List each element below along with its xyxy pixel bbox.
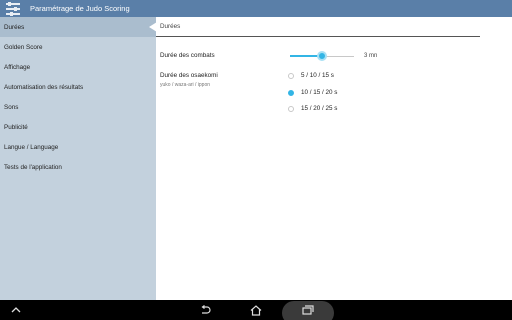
sidebar-item-langue[interactable]: Langue / Language [0, 137, 156, 157]
osaekomi-sublabel: yuko / waza-ari / ippon [160, 82, 211, 88]
radio-button[interactable] [288, 89, 294, 96]
sidebar-item-label: Sons [4, 103, 19, 111]
collapse-icon[interactable] [8, 300, 24, 320]
radio-button[interactable] [288, 105, 294, 112]
sidebar-item-label: Publicité [4, 123, 28, 131]
action-bar: Paramétrage de Judo Scoring [0, 0, 512, 17]
sidebar-item-golden-score[interactable]: Golden Score [0, 37, 156, 57]
sidebar-item-label: Langue / Language [4, 143, 59, 151]
sidebar-item-label: Durées [4, 23, 25, 31]
settings-sidebar: Durées Golden Score Affichage Automatisa… [0, 17, 157, 300]
settings-sliders-icon [6, 1, 20, 16]
sidebar-item-label: Golden Score [4, 43, 43, 51]
osaekomi-option-2[interactable]: 10 / 15 / 20 s [288, 89, 337, 96]
home-icon[interactable] [247, 300, 265, 320]
combat-duration-value: 3 mn [364, 53, 378, 59]
settings-content: Durées Durée des combats 3 mn Durée des … [156, 17, 512, 300]
radio-label: 5 / 10 / 15 s [301, 72, 334, 79]
slider-thumb[interactable] [317, 51, 327, 61]
sidebar-item-label: Affichage [4, 63, 31, 71]
sidebar-item-publicite[interactable]: Publicité [0, 117, 156, 137]
sidebar-item-automatisation[interactable]: Automatisation des résultats [0, 77, 156, 97]
sidebar-item-affichage[interactable]: Affichage [0, 57, 156, 77]
combat-duration-label: Durée des combats [160, 52, 215, 59]
section-divider [156, 36, 480, 37]
sidebar-item-label: Automatisation des résultats [4, 83, 84, 91]
radio-label: 10 / 15 / 20 s [301, 89, 338, 96]
radio-label: 15 / 20 / 25 s [301, 105, 338, 112]
system-nav-bar [0, 300, 512, 320]
osaekomi-option-1[interactable]: 5 / 10 / 15 s [288, 72, 334, 79]
combat-duration-slider[interactable] [290, 51, 354, 61]
radio-button[interactable] [288, 72, 294, 79]
sidebar-item-durees[interactable]: Durées [0, 17, 157, 37]
osaekomi-label: Durée des osaekomi [160, 72, 218, 79]
app-title: Paramétrage de Judo Scoring [30, 4, 130, 13]
sidebar-item-label: Tests de l'application [4, 163, 62, 171]
osaekomi-option-3[interactable]: 15 / 20 / 25 s [288, 105, 337, 112]
sidebar-item-tests[interactable]: Tests de l'application [0, 157, 156, 177]
recent-apps-icon[interactable] [299, 300, 317, 320]
sidebar-item-sons[interactable]: Sons [0, 97, 156, 117]
section-title: Durées [160, 23, 181, 30]
back-icon[interactable] [196, 300, 214, 320]
